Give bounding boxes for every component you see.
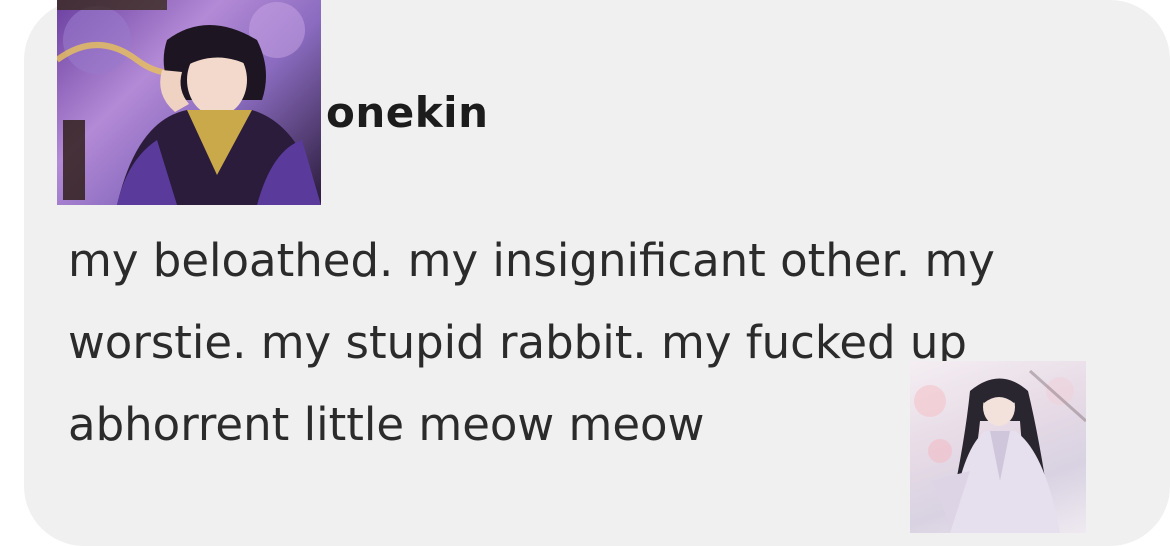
username[interactable]: onekin — [326, 88, 488, 137]
avatar-image[interactable] — [57, 0, 321, 205]
anime-character-sticker-icon — [914, 369, 1086, 533]
anime-character-avatar-icon — [57, 0, 321, 205]
sticker-image — [910, 361, 1086, 533]
